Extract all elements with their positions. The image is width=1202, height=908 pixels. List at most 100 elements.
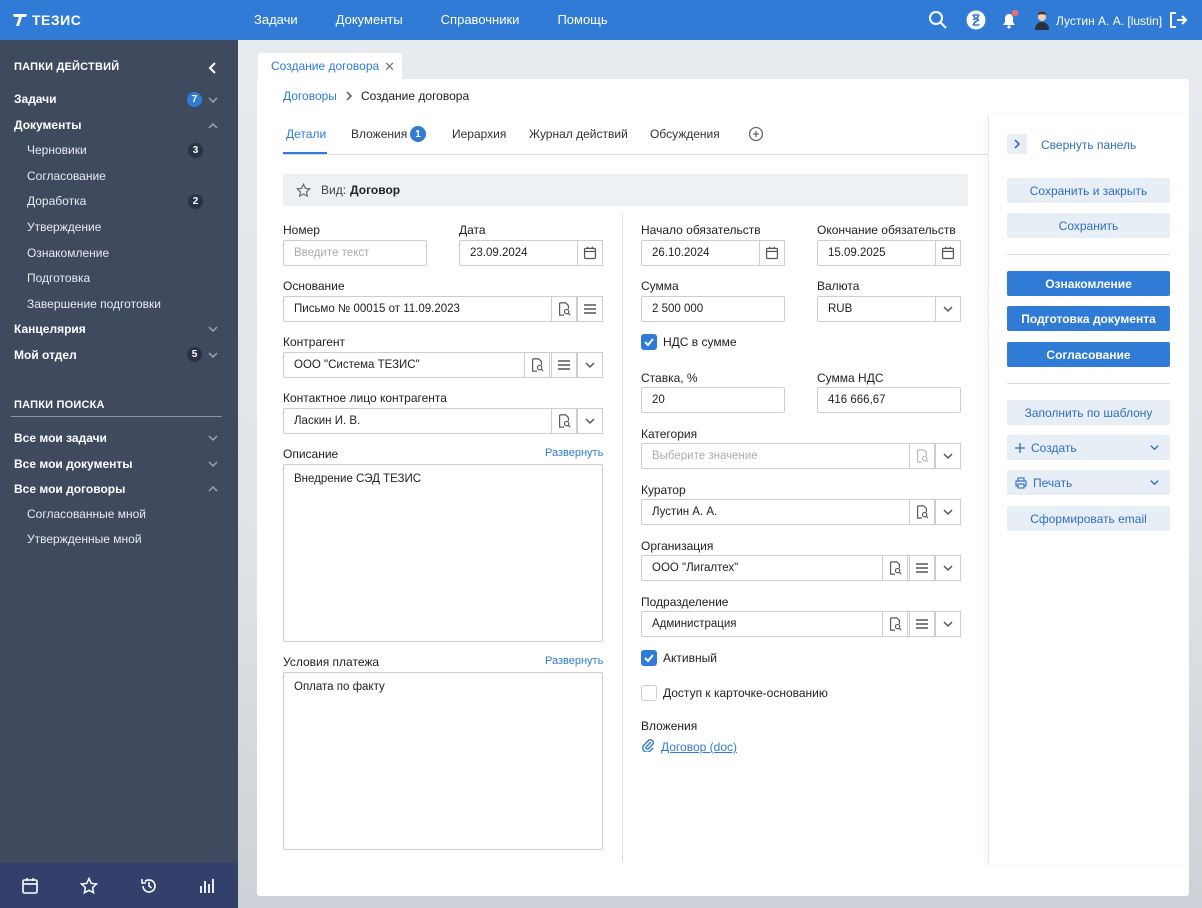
chevron-down-icon[interactable] (207, 349, 219, 361)
add-tab-icon[interactable] (748, 126, 764, 142)
curator-dropdown-button[interactable] (935, 499, 961, 525)
category-dropdown-button[interactable] (935, 443, 961, 469)
vat-included-checkbox[interactable] (641, 334, 657, 350)
organization-dropdown-button[interactable] (935, 555, 961, 581)
sidebar-item-drafts[interactable]: Черновики (27, 143, 203, 157)
tab-action-log[interactable]: Журнал действий (529, 127, 628, 141)
tab-create-contract[interactable]: Создание договора ✕ (258, 53, 402, 79)
history-button[interactable] (119, 863, 179, 908)
approve-button[interactable]: Согласование (1007, 342, 1170, 367)
print-button[interactable]: Печать (1007, 470, 1170, 495)
basis-list-button[interactable] (577, 296, 603, 322)
logout-icon[interactable] (1168, 10, 1188, 30)
description-textarea[interactable]: Внедрение СЭД ТЕЗИС (283, 464, 603, 642)
sum-input[interactable]: 2 500 000 (641, 296, 785, 322)
rate-input[interactable]: 20 (641, 387, 785, 413)
contractor-field[interactable]: ООО "Система ТЕЗИС" (283, 352, 603, 378)
sidebar-item-prep-complete[interactable]: Завершение подготовки (27, 297, 203, 311)
topnav-documents[interactable]: Документы (336, 12, 403, 27)
date-input[interactable]: 23.09.2024 (459, 240, 603, 266)
contact-dropdown-button[interactable] (577, 408, 603, 434)
save-button[interactable]: Сохранить (1007, 213, 1170, 238)
tab-discussions[interactable]: Обсуждения (650, 127, 720, 141)
end-picker-button[interactable] (935, 240, 961, 266)
search-icon[interactable] (928, 10, 948, 30)
reports-button[interactable] (179, 863, 239, 908)
user-menu[interactable]: Лустин А. А. [lustin] (1034, 12, 1162, 30)
hourglass-icon[interactable] (966, 10, 986, 30)
start-date-input[interactable]: 26.10.2024 (641, 240, 785, 266)
curator-lookup-button[interactable] (909, 499, 935, 525)
vat-sum-input[interactable]: 416 666,67 (817, 387, 961, 413)
currency-select[interactable]: RUB (817, 296, 961, 322)
department-field[interactable]: Администрация (641, 611, 961, 637)
organization-lookup-button[interactable] (882, 555, 908, 581)
contractor-list-button[interactable] (551, 352, 577, 378)
date-picker-button[interactable] (577, 240, 603, 266)
contact-field[interactable]: Ласкин И. В. (283, 408, 603, 434)
tab-hierarchy[interactable]: Иерархия (452, 127, 506, 141)
create-button[interactable]: Создать (1007, 435, 1170, 460)
payment-expand-link[interactable]: Развернуть (545, 655, 603, 667)
department-dropdown-button[interactable] (935, 611, 961, 637)
topnav-help[interactable]: Помощь (557, 12, 607, 27)
notifications-icon[interactable] (999, 10, 1019, 30)
department-list-button[interactable] (909, 611, 935, 637)
category-lookup-button[interactable] (909, 443, 935, 469)
sidebar-item-all-tasks[interactable]: Все мои задачи (14, 431, 224, 445)
contact-lookup-button[interactable] (551, 408, 577, 434)
sidebar-item-approved-by-me[interactable]: Утвержденные мной (27, 532, 203, 546)
breadcrumb-contracts[interactable]: Договоры (283, 89, 337, 103)
basis-access-checkbox[interactable] (641, 685, 657, 701)
currency-dropdown-button[interactable] (935, 296, 961, 322)
sidebar-item-revision[interactable]: Доработка (27, 194, 203, 208)
basis-lookup-button[interactable] (551, 296, 577, 322)
sidebar-item-signing[interactable]: Утверждение (27, 220, 203, 234)
organization-field[interactable]: ООО "Лигалтех" (641, 555, 961, 581)
save-close-button[interactable]: Сохранить и закрыть (1007, 178, 1170, 203)
chevron-down-icon[interactable] (207, 323, 219, 335)
fill-template-button[interactable]: Заполнить по шаблону (1007, 400, 1170, 425)
attachment-link[interactable]: Договор (doc) (661, 740, 737, 754)
category-field[interactable]: Выберите значение (641, 443, 961, 469)
basis-field[interactable]: Письмо № 00015 от 11.09.2023 (283, 296, 603, 322)
sidebar-item-all-contracts[interactable]: Все мои договоры (14, 482, 224, 496)
sidebar-item-approval[interactable]: Согласование (27, 169, 203, 183)
familiarize-button[interactable]: Ознакомление (1007, 271, 1170, 296)
app-logo[interactable]: ТЕЗИС (12, 12, 81, 28)
collapse-panel-label[interactable]: Свернуть панель (1041, 138, 1136, 152)
favorites-button[interactable] (60, 863, 120, 908)
number-input[interactable]: Введите текст (283, 240, 427, 266)
description-expand-link[interactable]: Развернуть (545, 447, 603, 459)
star-icon[interactable] (296, 182, 311, 198)
email-button[interactable]: Сформировать email (1007, 506, 1170, 531)
end-date-input[interactable]: 15.09.2025 (817, 240, 961, 266)
sidebar-item-documents[interactable]: Документы (14, 118, 224, 132)
curator-field[interactable]: Лустин А. А. (641, 499, 961, 525)
active-checkbox[interactable] (641, 650, 657, 666)
chevron-down-icon[interactable] (207, 458, 219, 470)
tab-details[interactable]: Детали (286, 127, 326, 141)
payment-textarea[interactable]: Оплата по факту (283, 672, 603, 850)
chevron-up-icon[interactable] (207, 483, 219, 495)
topnav-tasks[interactable]: Задачи (254, 12, 298, 27)
chevron-up-icon[interactable] (207, 120, 219, 132)
collapse-sidebar-icon[interactable] (206, 61, 220, 75)
prepare-document-button[interactable]: Подготовка документа (1007, 306, 1170, 331)
topnav-directories[interactable]: Справочники (441, 12, 520, 27)
sidebar-item-preparation[interactable]: Подготовка (27, 271, 203, 285)
calendar-button[interactable] (0, 863, 60, 908)
collapse-panel-button[interactable] (1007, 134, 1027, 154)
organization-list-button[interactable] (909, 555, 935, 581)
tab-attachments[interactable]: Вложения (351, 127, 407, 141)
chevron-down-icon[interactable] (207, 432, 219, 444)
close-icon[interactable]: ✕ (384, 59, 395, 75)
sidebar-item-all-docs[interactable]: Все мои документы (14, 457, 224, 471)
sidebar-item-familiarization[interactable]: Ознакомление (27, 246, 203, 260)
sidebar-item-office[interactable]: Канцелярия (14, 322, 224, 336)
contractor-lookup-button[interactable] (524, 352, 550, 378)
sidebar-item-agreed-by-me[interactable]: Согласованные мной (27, 507, 203, 521)
department-lookup-button[interactable] (882, 611, 908, 637)
start-picker-button[interactable] (759, 240, 785, 266)
chevron-down-icon[interactable] (207, 94, 219, 106)
